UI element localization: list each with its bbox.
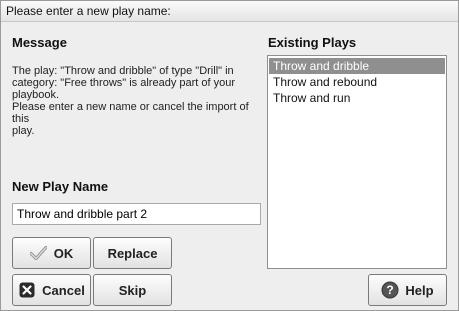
message-text: The play: "Throw and dribble" of type "D…	[12, 65, 257, 137]
skip-button-label: Skip	[118, 282, 147, 298]
new-play-name-label: New Play Name	[12, 179, 109, 194]
existing-plays-list[interactable]: Throw and dribble Throw and rebound Thro…	[267, 55, 447, 269]
help-button[interactable]: ? Help	[368, 274, 447, 306]
list-item[interactable]: Throw and rebound	[269, 74, 445, 90]
replace-button-label: Replace	[107, 245, 158, 261]
ok-button[interactable]: OK	[12, 237, 91, 269]
skip-button[interactable]: Skip	[93, 274, 172, 306]
message-line: playbook.	[12, 89, 60, 101]
cancel-button[interactable]: Cancel	[12, 274, 91, 306]
question-icon: ?	[381, 281, 399, 299]
dialog-window: Please enter a new play name: Message Th…	[0, 0, 459, 311]
message-line: Please enter a new name or cancel the im…	[12, 101, 249, 125]
message-heading: Message	[12, 35, 67, 50]
replace-button[interactable]: Replace	[93, 237, 172, 269]
message-line: category: "Free throws" is already part …	[12, 77, 236, 89]
existing-plays-heading: Existing Plays	[268, 35, 357, 50]
x-icon	[18, 281, 36, 299]
new-play-name-input[interactable]	[12, 203, 261, 225]
cancel-button-label: Cancel	[42, 282, 85, 298]
ok-button-label: OK	[53, 245, 74, 261]
list-item[interactable]: Throw and run	[269, 90, 445, 106]
checkmark-icon	[30, 244, 48, 262]
title-bar: Please enter a new play name:	[1, 1, 458, 22]
help-button-label: Help	[405, 282, 434, 298]
message-line: play.	[12, 125, 35, 137]
svg-text:?: ?	[387, 283, 394, 297]
list-item[interactable]: Throw and dribble	[269, 58, 445, 74]
message-line: The play: "Throw and dribble" of type "D…	[12, 65, 234, 77]
